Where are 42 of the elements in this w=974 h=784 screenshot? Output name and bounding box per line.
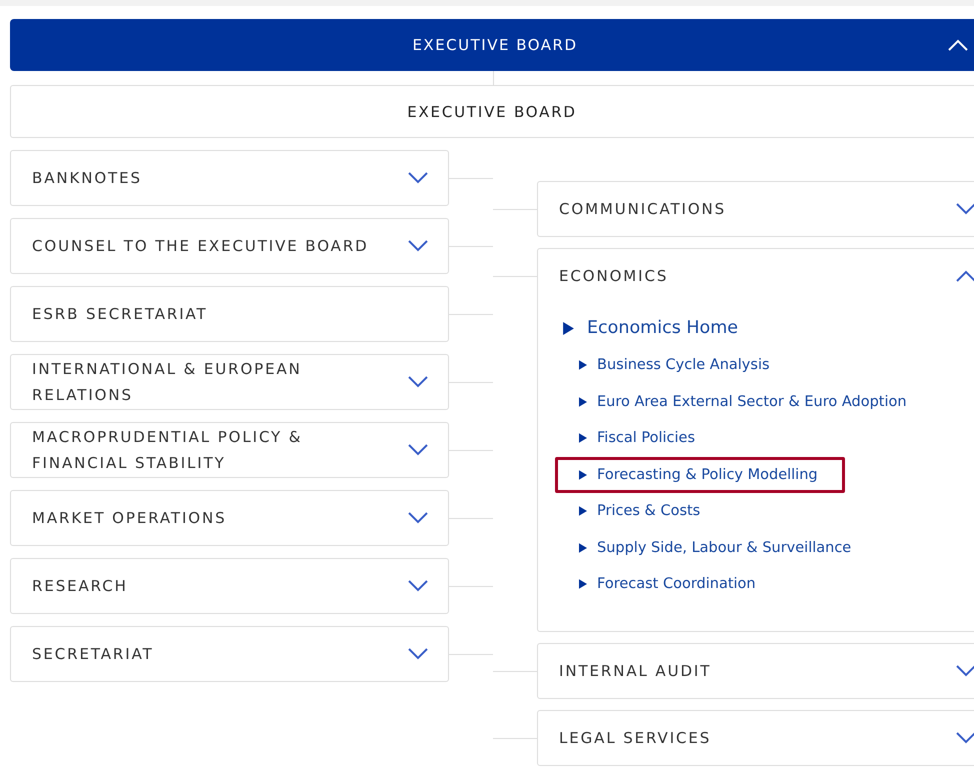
unit-label: COUNSEL TO THE EXECUTIVE BOARD [32, 236, 369, 257]
triangle-icon [579, 360, 587, 370]
link[interactable]: Euro Area External Sector & Euro Adoption [555, 384, 934, 420]
unit-card[interactable]: ESRB SECRETARIAT [10, 286, 450, 342]
unit-label: LEGAL SERVICES [559, 728, 712, 748]
unit-label: MACROPRUDENTIAL POLICY & FINANCIAL STABILITY [32, 427, 304, 474]
unit-card[interactable]: MACROPRUDENTIAL POLICY & FINANCIAL STABILITY [10, 422, 450, 478]
unit-label: BANKNOTES [32, 168, 142, 189]
unit-label: ESRB SECRETARIAT [32, 304, 208, 325]
unit-label: RESEARCH [32, 576, 128, 597]
link[interactable]: Fiscal Policies [555, 420, 722, 456]
section-header[interactable]: EXECUTIVE BOARD [10, 19, 974, 71]
link[interactable]: Prices & Costs [555, 493, 728, 530]
link[interactable]: Business Cycle Analysis [555, 347, 797, 384]
unit-label: SECRETARIAT [32, 644, 154, 665]
unit-card[interactable]: RESEARCH [10, 558, 450, 614]
link[interactable]: Economics Home [555, 309, 766, 347]
board-card[interactable]: EXECUTIVE BOARD [10, 85, 974, 138]
unit-card[interactable]: INTERNAL AUDIT [537, 642, 974, 698]
unit-label: INTERNAL AUDIT [559, 660, 712, 682]
unit-card[interactable]: COMMUNICATIONS [537, 181, 974, 237]
unit-card[interactable]: MARKET OPERATIONS [10, 490, 450, 546]
triangle-icon [563, 322, 574, 334]
unit-label: MARKET OPERATIONS [32, 508, 227, 529]
triangle-icon [579, 396, 587, 407]
highlighted-link[interactable]: Forecasting & Policy Modelling [555, 456, 845, 493]
triangle-icon [579, 579, 587, 590]
triangle-icon [579, 433, 587, 444]
unit-card[interactable]: INTERNATIONAL & EUROPEAN RELATIONS [10, 354, 450, 410]
unit-card[interactable]: COUNSEL TO THE EXECUTIVE BOARD [10, 218, 450, 274]
unit-card[interactable]: SECRETARIAT [10, 626, 450, 682]
unit-card[interactable]: BANKNOTES [10, 150, 450, 206]
link[interactable]: Forecast Coordination [555, 566, 783, 602]
unit-card[interactable] [537, 248, 974, 632]
link[interactable]: Supply Side, Labour & Surveillance [555, 530, 878, 566]
triangle-icon [579, 470, 587, 480]
unit-card[interactable]: LEGAL SERVICES [537, 710, 974, 766]
unit-label: INTERNATIONAL & EUROPEAN RELATIONS [32, 359, 303, 406]
unit-label: COMMUNICATIONS [559, 199, 726, 220]
triangle-icon [579, 542, 587, 553]
triangle-icon [579, 506, 587, 516]
unit-label: ECONOMICS [559, 266, 668, 287]
